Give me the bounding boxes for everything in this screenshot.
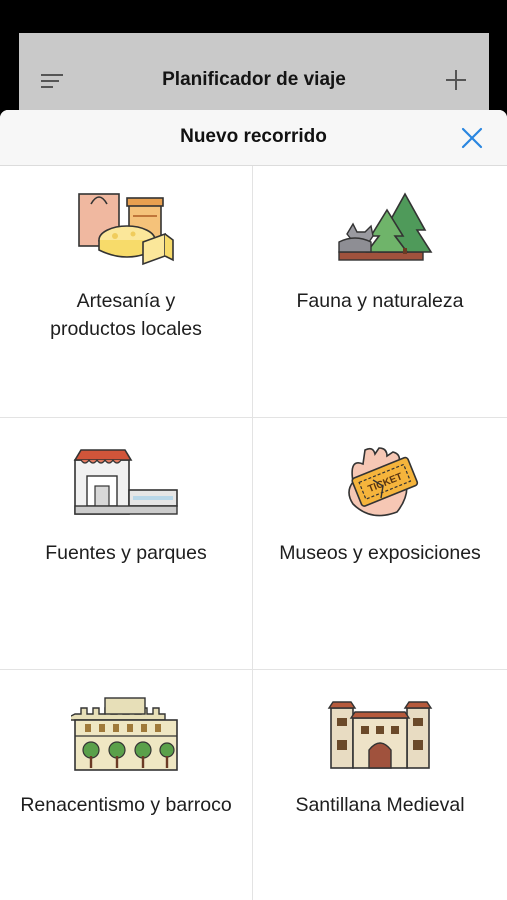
fountains-parks-icon (73, 449, 178, 515)
category-label-line2: productos locales (50, 318, 202, 340)
close-icon[interactable] (459, 125, 485, 151)
sheet-title: Nuevo recorrido (180, 126, 327, 147)
category-grid: Artesanía y productos locales Fauna y na… (0, 166, 507, 900)
category-tile-museums[interactable]: TICKET Museos y exposiciones (253, 418, 507, 670)
app-title: Planificador de viaje (162, 69, 346, 90)
medieval-building-icon (327, 701, 433, 769)
plus-icon[interactable] (443, 67, 469, 93)
category-tile-medieval[interactable]: Santillana Medieval (253, 670, 507, 900)
museum-ticket-icon: TICKET (348, 447, 419, 517)
sheet-header: Nuevo recorrido (0, 110, 507, 166)
category-label: Renacentismo y barroco (20, 794, 232, 816)
category-label: Fuentes y parques (45, 542, 207, 564)
crafts-products-icon (78, 193, 174, 266)
category-tile-fountains[interactable]: Fuentes y parques (0, 418, 253, 670)
category-label: Fauna y naturaleza (296, 290, 464, 312)
category-label: Artesanía y (76, 290, 176, 312)
category-tile-wildlife[interactable]: Fauna y naturaleza (253, 166, 507, 418)
category-tile-renaissance[interactable]: Renacentismo y barroco (0, 670, 253, 900)
category-tile-crafts[interactable]: Artesanía y productos locales (0, 166, 253, 418)
wildlife-nature-icon (338, 192, 433, 261)
category-label: Museos y exposiciones (279, 542, 481, 564)
category-label: Santillana Medieval (295, 794, 465, 816)
renaissance-palace-icon (71, 697, 178, 771)
new-route-sheet: Nuevo recorrido Artesanía y productos lo… (0, 110, 507, 900)
